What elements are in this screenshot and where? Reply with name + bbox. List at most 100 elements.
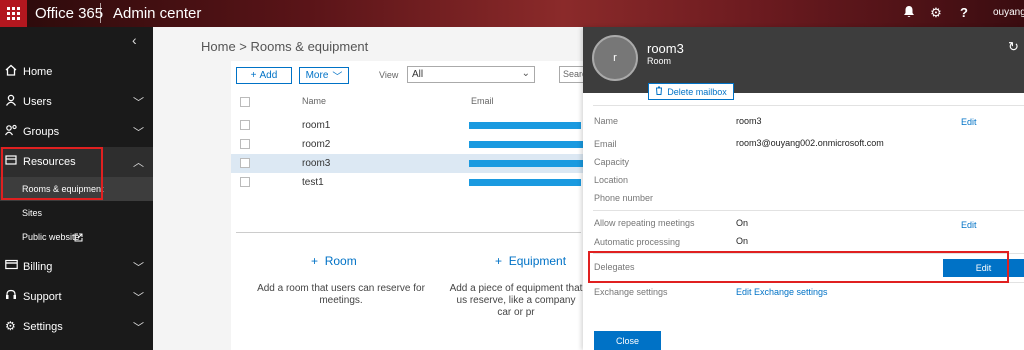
- add-room-description: Add a room that users can reserve for me…: [257, 283, 425, 306]
- location-label: Location: [594, 175, 629, 185]
- sidebar-subitem-label: Public website: [22, 232, 80, 242]
- chevron-down-icon: ﹀: [332, 72, 343, 83]
- close-button[interactable]: Close: [594, 331, 661, 350]
- add-equipment-link[interactable]: + Equipment: [495, 254, 566, 268]
- table-row[interactable]: room2: [231, 135, 583, 154]
- more-button[interactable]: More ﹀: [299, 67, 349, 84]
- sidebar-item-label: Billing: [23, 261, 53, 273]
- edit-booking-link[interactable]: Edit: [961, 220, 977, 230]
- edit-exchange-settings-link[interactable]: Edit Exchange settings: [736, 287, 828, 297]
- name-label: Name: [594, 116, 619, 126]
- email-value: room3@ouyang002.onmicrosoft.com: [736, 138, 884, 148]
- billing-icon: [5, 259, 19, 273]
- select-all-checkbox[interactable]: [240, 97, 250, 107]
- sidebar-subitem-sites[interactable]: Sites: [0, 201, 153, 225]
- column-header-name[interactable]: Name: [302, 96, 326, 106]
- headset-icon: [5, 289, 19, 303]
- plus-icon: +: [250, 70, 257, 81]
- divider: [593, 105, 1024, 106]
- collapse-icon[interactable]: ‹: [132, 32, 137, 48]
- view-label: View: [379, 70, 399, 80]
- refresh-icon[interactable]: ↻: [1008, 39, 1019, 55]
- sidebar-item-settings[interactable]: ⚙ Settings ﹀: [0, 312, 153, 342]
- search-input[interactable]: Search: [559, 66, 583, 83]
- phone-label: Phone number: [594, 193, 654, 203]
- email-label: Email: [594, 139, 617, 149]
- chevron-down-icon[interactable]: ﹀: [133, 94, 144, 110]
- group-icon: [4, 124, 19, 138]
- exchange-settings-label: Exchange settings: [594, 287, 668, 297]
- automatic-processing-value: On: [736, 236, 749, 246]
- chevron-down-icon[interactable]: ﹀: [133, 259, 144, 275]
- redacted-email: [469, 160, 583, 167]
- column-header-email[interactable]: Email: [471, 96, 494, 106]
- user-name[interactable]: ouyangs: [993, 7, 1024, 18]
- sidebar-item-support[interactable]: Support ﹀: [0, 282, 153, 312]
- help-icon[interactable]: ?: [954, 5, 974, 20]
- sidebar-item-label: Settings: [23, 321, 63, 333]
- delete-mailbox-label: Delete mailbox: [667, 86, 727, 97]
- main-content: Home > Rooms & equipment + Add More ﹀ Vi…: [153, 27, 583, 350]
- chevron-down-icon: ⌄: [521, 68, 530, 79]
- row-name: room3: [302, 158, 331, 169]
- row-checkbox[interactable]: [240, 158, 250, 168]
- brand-title[interactable]: Office 365: [35, 5, 103, 22]
- sidebar-item-label: Support: [23, 291, 62, 303]
- chevron-down-icon[interactable]: ﹀: [133, 319, 144, 335]
- bell-icon[interactable]: [899, 5, 919, 21]
- panel-title: room3: [647, 41, 684, 56]
- view-select[interactable]: All ⌄: [407, 66, 535, 83]
- delete-mailbox-button[interactable]: Delete mailbox: [648, 83, 734, 100]
- table-row[interactable]: room1: [231, 116, 583, 135]
- gear-icon: ⚙: [5, 319, 16, 333]
- row-checkbox[interactable]: [240, 139, 250, 149]
- edit-name-link[interactable]: Edit: [961, 117, 977, 127]
- capacity-label: Capacity: [594, 157, 630, 167]
- highlight-box: [588, 251, 1009, 283]
- external-link-icon: [74, 231, 83, 245]
- app-title: Admin center: [113, 5, 202, 22]
- panel-subtitle: Room: [647, 56, 672, 66]
- sidebar-item-groups[interactable]: Groups ﹀: [0, 117, 153, 147]
- app-launcher-icon[interactable]: [0, 0, 27, 27]
- table-row[interactable]: room3: [231, 154, 583, 173]
- divider: [593, 210, 1024, 211]
- room-detail-panel: r room3 Room ↻ Delete mailbox Name room3…: [583, 27, 1024, 350]
- repeating-meetings-label: Allow repeating meetings: [594, 218, 695, 228]
- sidebar-item-users[interactable]: Users ﹀: [0, 87, 153, 117]
- row-checkbox[interactable]: [240, 120, 250, 130]
- sidebar-item-home[interactable]: Home: [0, 57, 153, 87]
- table-row[interactable]: test1: [231, 173, 583, 192]
- automatic-processing-label: Automatic processing: [594, 237, 681, 247]
- breadcrumb[interactable]: Home > Rooms & equipment: [201, 39, 368, 54]
- sidebar-item-label: Users: [23, 96, 52, 108]
- plus-icon: +: [311, 254, 325, 268]
- name-value: room3: [736, 116, 762, 126]
- repeating-meetings-value: On: [736, 218, 749, 228]
- sidebar-subitem-label: Sites: [22, 208, 43, 218]
- rooms-list-card: + Add More ﹀ View All ⌄ Search Name Emai…: [231, 61, 583, 350]
- sidebar-item-label: Home: [23, 66, 53, 78]
- row-checkbox[interactable]: [240, 177, 250, 187]
- chevron-down-icon[interactable]: ﹀: [133, 289, 144, 305]
- sidebar-item-billing[interactable]: Billing ﹀: [0, 252, 153, 282]
- add-room-label: Room: [324, 254, 357, 268]
- chevron-up-icon[interactable]: ︿: [133, 154, 144, 170]
- view-select-value: All: [412, 69, 424, 80]
- sidebar-subitem-public-website[interactable]: Public website: [0, 225, 153, 249]
- add-equipment-label: Equipment: [508, 254, 567, 268]
- more-button-label: More: [305, 70, 329, 81]
- redacted-email: [469, 141, 583, 148]
- chevron-down-icon[interactable]: ﹀: [133, 124, 144, 140]
- add-room-link[interactable]: + Room: [311, 254, 357, 268]
- add-button-label: Add: [259, 70, 278, 81]
- redacted-email: [469, 179, 581, 186]
- row-name: room1: [302, 120, 331, 131]
- add-equipment-description: Add a piece of equipment that us reserve…: [449, 283, 583, 318]
- top-bar: Office 365 Admin center ⚙ ? ouyangs: [0, 0, 1024, 27]
- user-icon: [5, 94, 19, 108]
- gear-icon[interactable]: ⚙: [926, 5, 946, 21]
- add-button[interactable]: + Add: [236, 67, 292, 84]
- row-name: room2: [302, 139, 331, 150]
- trash-icon: [655, 86, 663, 97]
